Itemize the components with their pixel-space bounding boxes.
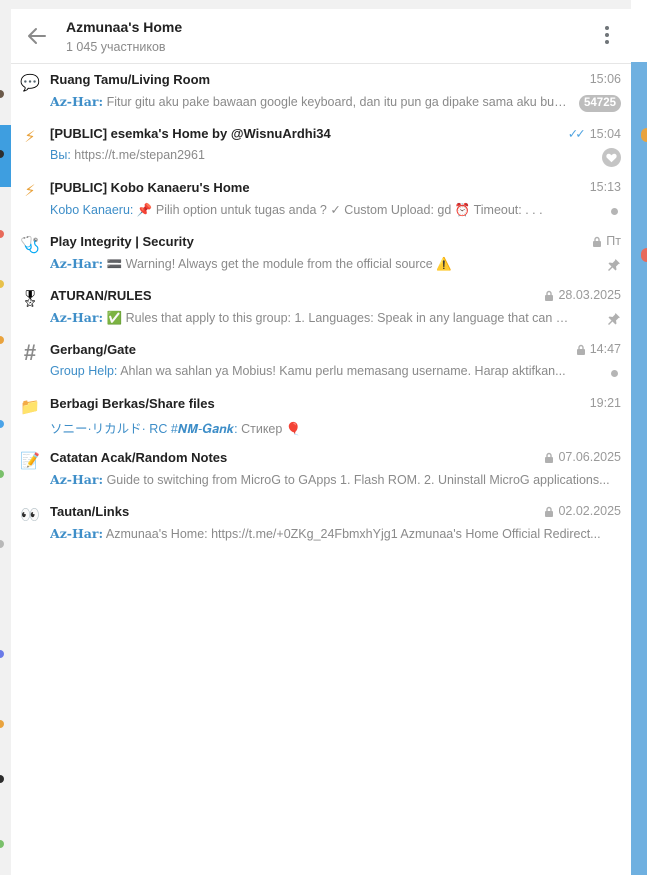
message-sender: Az-Har: [50, 94, 104, 109]
pin-icon [607, 310, 621, 328]
back-arrow-icon[interactable] [25, 24, 49, 48]
topic-preview: Kobo Kanaeru: 📌 Pilih option untuk tugas… [50, 202, 570, 218]
group-title: Azmunaa's Home [66, 19, 183, 35]
topic-time-wrap: Пт [592, 234, 621, 248]
folder-icon: 📁 [20, 397, 40, 416]
topic-time: 14:47 [589, 342, 621, 356]
topic-row[interactable]: 🎖 ATURAN/RULES 28.03.2025 Az-Har: ✅ Rule… [11, 280, 631, 334]
topic-time: 15:04 [589, 126, 621, 141]
topic-time-wrap: 07.06.2025 [544, 450, 621, 464]
lock-icon [576, 344, 585, 355]
topic-title: Gerbang/Gate [50, 342, 136, 357]
topic-row[interactable]: 👀 Tautan/Links 02.02.2025 Az-Har: Azmuna… [11, 496, 631, 550]
topic-title: ATURAN/RULES [50, 288, 152, 303]
topic-time: Пт [606, 234, 621, 248]
unread-dot [611, 207, 618, 215]
message-text: Guide to switching from MicroG to GApps … [103, 473, 610, 487]
topic-row[interactable]: # Gerbang/Gate 14:47 Group Help: Ahlan w… [11, 334, 631, 388]
chat-list-edge [0, 0, 11, 875]
topic-preview: Az-Har: Fitur gitu aku pake bawaan googl… [50, 94, 570, 109]
more-options-icon[interactable] [600, 26, 614, 48]
message-sender: ソニー·リカルド· RC #𝑵𝑴-𝑮𝒂𝒏𝒌: [50, 422, 238, 436]
topic-row[interactable]: 🩺 Play Integrity | Security Пт Az-Har: 🟰… [11, 226, 631, 280]
message-sender: Az-Har: [50, 526, 104, 541]
topic-title: Ruang Tamu/Living Room [50, 72, 211, 87]
topic-time-wrap: ✓✓ 15:04 [567, 126, 621, 142]
topic-time: 28.03.2025 [558, 288, 621, 302]
topic-title: Catatan Acak/Random Notes [50, 450, 228, 465]
chat-background-edge [631, 0, 647, 875]
topic-preview: Az-Har: 🟰 Warning! Always get the module… [50, 256, 570, 272]
message-text: ✅ Rules that apply to this group: 1. Lan… [106, 311, 570, 325]
topic-row[interactable]: ⚡ [PUBLIC] esemka's Home by @WisnuArdhi3… [11, 118, 631, 172]
message-text: Стикер 🎈 [237, 422, 302, 436]
message-sender: Az-Har: [50, 256, 104, 271]
panel-header: Azmunaa's Home 1 045 участников [11, 9, 631, 64]
message-sender: Az-Har: [50, 310, 104, 325]
topic-preview: Group Help: Ahlan wa sahlan ya Mobius! K… [50, 364, 570, 378]
lock-icon [545, 452, 554, 463]
topic-time-wrap: 28.03.2025 [544, 288, 621, 302]
message-text: 📌 Pilih option untuk tugas anda ? ✓ Cust… [133, 203, 543, 217]
topic-time: 19:21 [589, 396, 621, 410]
topic-title: [PUBLIC] Kobo Kanaeru's Home [50, 180, 250, 195]
unread-dot [611, 369, 618, 377]
lock-icon [593, 236, 602, 247]
message-text: 🟰 Warning! Always get the module from th… [103, 257, 452, 271]
topic-preview: Az-Har: Guide to switching from MicroG t… [50, 472, 610, 487]
topic-preview: Вы: https://t.me/stepan2961 [50, 148, 570, 162]
hashtag-icon: # [23, 340, 37, 365]
heart-reaction-icon [602, 147, 621, 167]
topic-row[interactable]: ⚡ [PUBLIC] Kobo Kanaeru's Home 15:13 Kob… [11, 172, 631, 226]
message-sender: Kobo Kanaeru: [50, 203, 134, 217]
topic-row[interactable]: 📝 Catatan Acak/Random Notes 07.06.2025 A… [11, 442, 631, 496]
lightning-icon: ⚡ [24, 127, 36, 146]
member-count: 1 045 участников [66, 40, 166, 54]
topic-time: 07.06.2025 [558, 450, 621, 464]
topic-preview: Az-Har: ✅ Rules that apply to this group… [50, 310, 570, 326]
memo-icon: 📝 [20, 451, 40, 470]
message-sender: Group Help: [50, 364, 118, 378]
message-text: https://t.me/stepan2961 [70, 148, 205, 162]
topic-preview: ソニー·リカルド· RC #𝑵𝑴-𝑮𝒂𝒏𝒌: Стикер 🎈 [50, 418, 570, 437]
stethoscope-icon: 🩺 [20, 235, 40, 254]
medal-icon: 🎖 [19, 289, 41, 308]
topic-time-wrap: 02.02.2025 [544, 504, 621, 518]
message-sender: Az-Har: [50, 472, 104, 487]
topic-time-wrap: 14:47 [576, 342, 621, 356]
message-sender: Вы: [50, 148, 71, 162]
topic-preview: Az-Har: Azmunaa's Home: https://t.me/+0Z… [50, 526, 620, 541]
topic-time: 15:13 [589, 180, 621, 194]
message-text: Ahlan wa sahlan ya Mobius! Kamu perlu me… [117, 364, 566, 378]
speech-bubble-icon: 💬 [20, 73, 40, 92]
topic-title: Berbagi Berkas/Share files [50, 396, 215, 411]
lock-icon [545, 290, 554, 301]
topic-title: Play Integrity | Security [50, 234, 194, 249]
topic-time: 15:06 [589, 72, 621, 86]
eyes-icon: 👀 [20, 505, 40, 524]
topic-time: 02.02.2025 [558, 504, 621, 518]
unread-badge: 54725 [579, 94, 621, 112]
lightning-icon: ⚡ [24, 181, 36, 200]
topic-row[interactable]: 📁 Berbagi Berkas/Share files 19:21 ソニー·リ… [11, 388, 631, 442]
read-check-icon: ✓✓ [567, 127, 586, 141]
topic-title: [PUBLIC] esemka's Home by @WisnuArdhi34 [50, 126, 331, 141]
topic-title: Tautan/Links [50, 504, 130, 519]
topics-panel: Azmunaa's Home 1 045 участников 💬 Ruang … [11, 9, 631, 875]
message-text: Azmunaa's Home: https://t.me/+0ZKg_24Fbm… [103, 527, 601, 541]
lock-icon [545, 506, 554, 517]
topic-row[interactable]: 💬 Ruang Tamu/Living Room 15:06 Az-Har: F… [11, 64, 631, 118]
pin-icon [607, 256, 621, 274]
message-text: Fitur gitu aku pake bawaan google keyboa… [103, 95, 570, 109]
